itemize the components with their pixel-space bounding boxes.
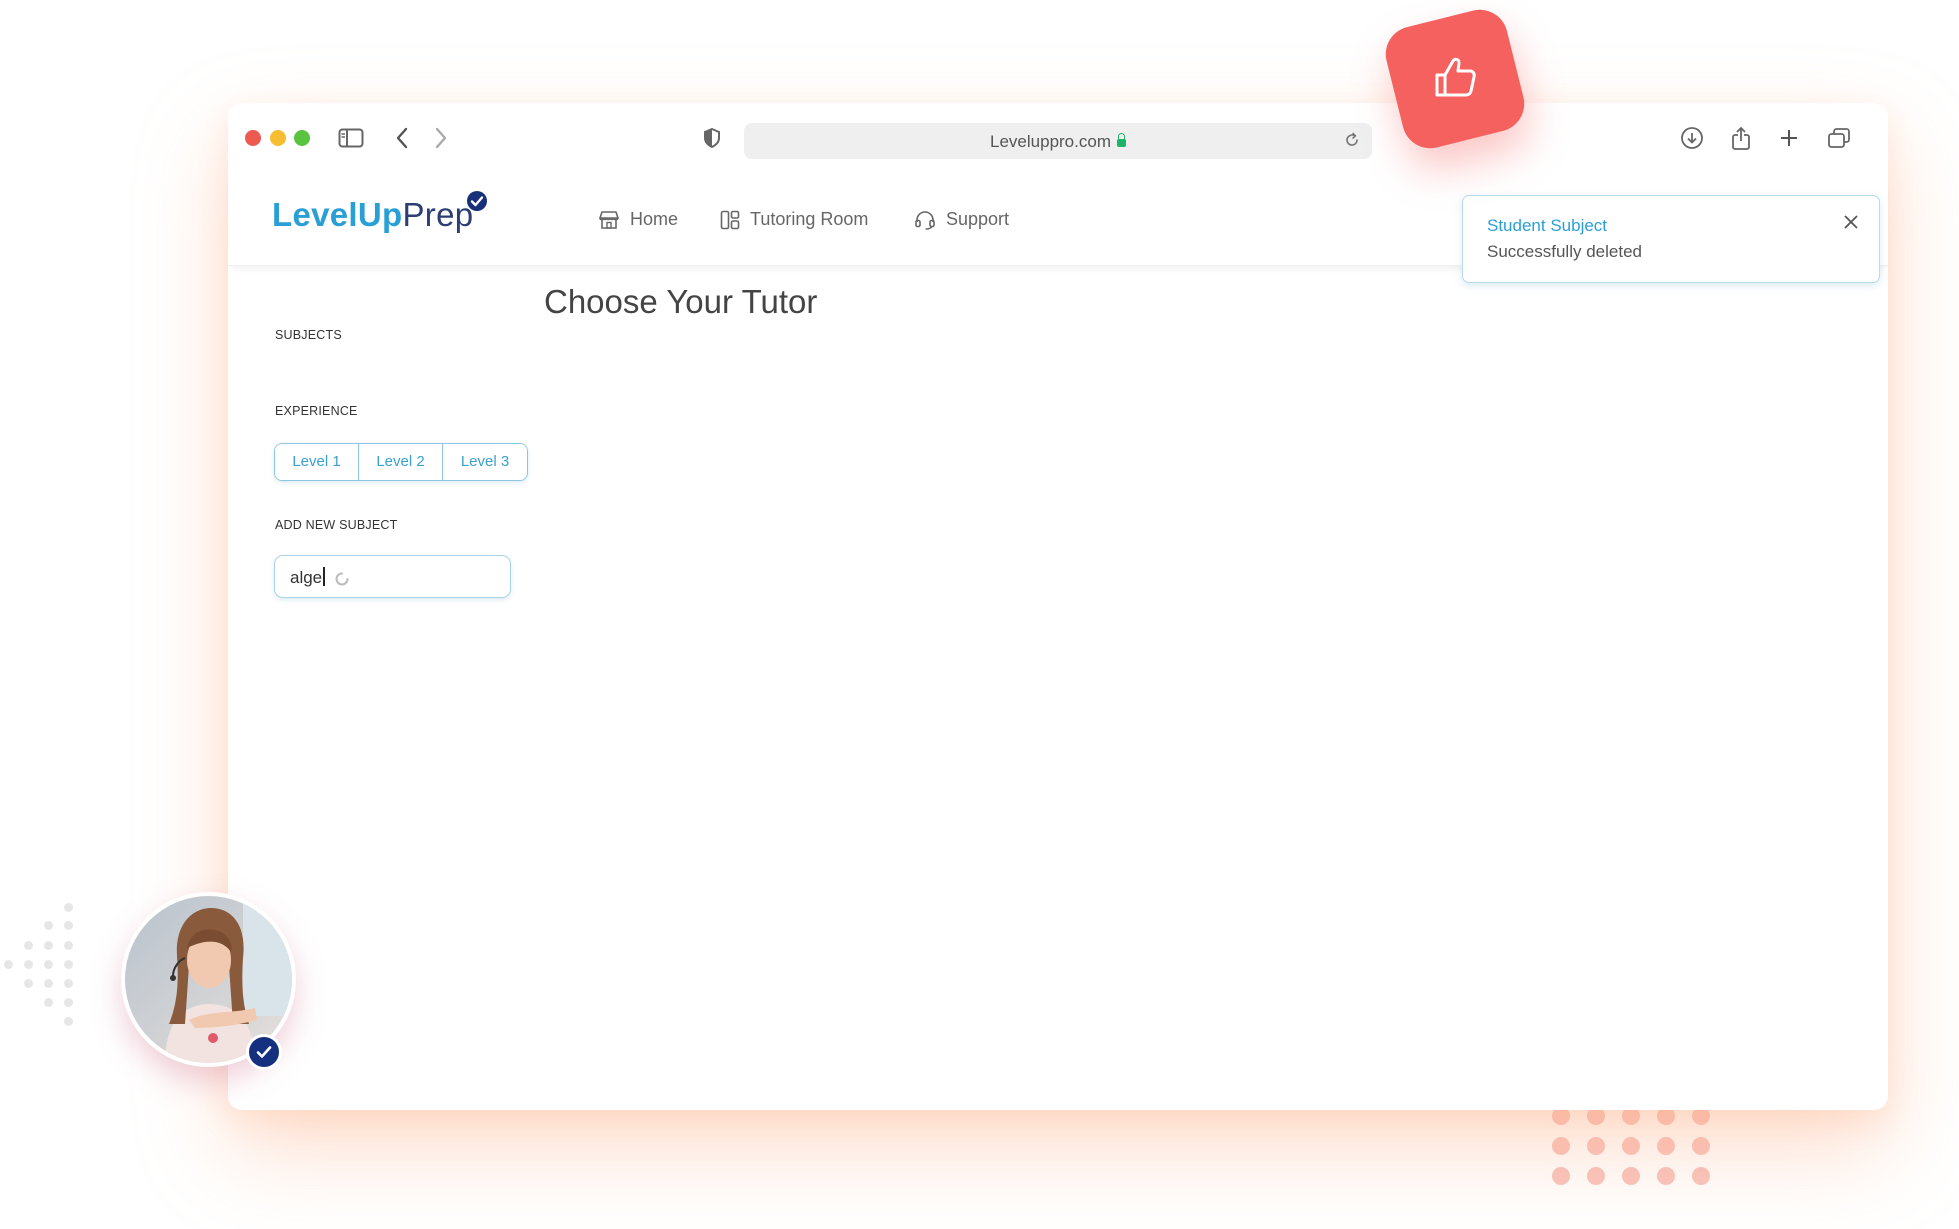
- privacy-shield-icon[interactable]: [697, 123, 727, 153]
- experience-label: EXPERIENCE: [275, 404, 358, 418]
- download-icon[interactable]: [1677, 123, 1707, 153]
- logo-text-prep: Prep: [402, 196, 474, 233]
- forward-icon[interactable]: [426, 123, 456, 153]
- home-icon: [598, 210, 620, 230]
- minimize-window-button[interactable]: [270, 130, 286, 146]
- subjects-label: SUBJECTS: [275, 328, 342, 342]
- close-window-button[interactable]: [245, 130, 261, 146]
- page-title: Choose Your Tutor: [544, 283, 818, 320]
- tab-overview-icon[interactable]: [1824, 123, 1854, 153]
- new-tab-icon[interactable]: [1774, 123, 1804, 153]
- level-3-button[interactable]: Level 3: [443, 444, 527, 480]
- reload-icon[interactable]: [1344, 132, 1360, 152]
- add-new-subject-label: ADD NEW SUBJECT: [275, 518, 398, 532]
- verified-badge-icon: [467, 191, 487, 211]
- experience-level-selector: Level 1 Level 2 Level 3: [274, 443, 528, 481]
- loading-spinner-icon: [335, 571, 349, 590]
- back-icon[interactable]: [387, 123, 417, 153]
- share-icon[interactable]: [1726, 123, 1756, 153]
- layout-icon: [720, 210, 740, 230]
- thumbs-up-icon: [1429, 51, 1481, 107]
- text-caret: [323, 567, 325, 586]
- level-2-button[interactable]: Level 2: [359, 444, 443, 480]
- nav-support[interactable]: Support: [914, 209, 1009, 230]
- toast-title: Student Subject: [1487, 216, 1608, 235]
- browser-toolbar: Leveluppro.com: [228, 103, 1888, 175]
- level-1-button[interactable]: Level 1: [275, 444, 359, 480]
- nav-tutoring-room[interactable]: Tutoring Room: [720, 209, 868, 230]
- toast-notification: Student Subject Successfully deleted: [1462, 195, 1880, 283]
- maximize-window-button[interactable]: [294, 130, 310, 146]
- address-text: Leveluppro.com: [744, 132, 1372, 152]
- add-subject-input-value: alge: [290, 567, 325, 588]
- lock-icon: [1116, 133, 1126, 147]
- nav-home-label: Home: [630, 209, 679, 229]
- add-subject-input[interactable]: alge: [274, 555, 511, 598]
- nav-home[interactable]: Home: [598, 209, 678, 230]
- logo-text-levelup: LevelUp: [272, 196, 403, 233]
- verified-check-icon: [246, 1034, 282, 1070]
- sidebar-toggle-icon[interactable]: [336, 123, 366, 153]
- toast-message: Successfully deleted: [1487, 242, 1642, 261]
- close-icon[interactable]: [1841, 212, 1861, 232]
- nav-tutoring-room-label: Tutoring Room: [750, 209, 869, 229]
- address-bar[interactable]: Leveluppro.com: [744, 123, 1372, 159]
- nav-support-label: Support: [946, 209, 1010, 229]
- levelupprep-logo[interactable]: LevelUpPrep: [272, 196, 473, 234]
- headset-icon: [914, 210, 936, 230]
- screenshot-stage: Leveluppro.com LevelUpPrep Home Tutoring…: [0, 0, 1959, 1229]
